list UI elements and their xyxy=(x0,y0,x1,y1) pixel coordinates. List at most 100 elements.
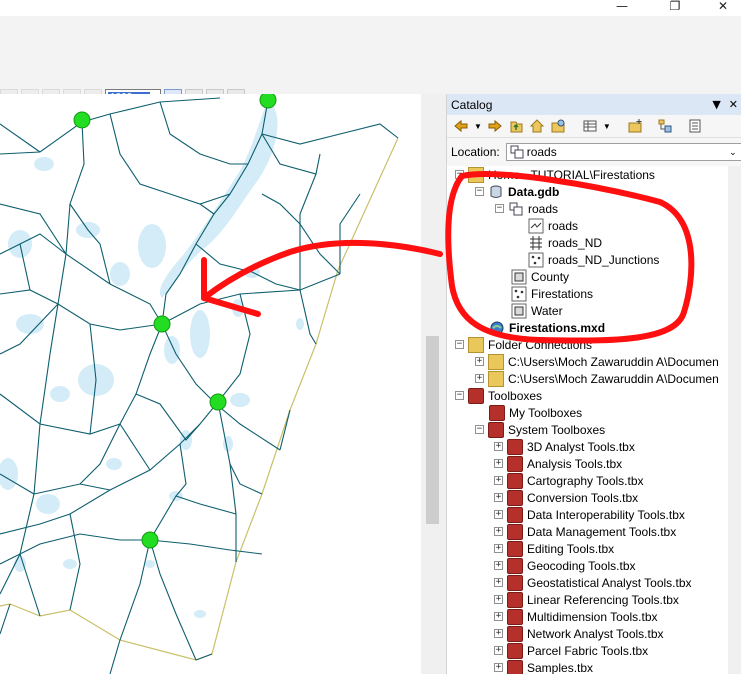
tree-item-roads-dataset[interactable]: − roads xyxy=(495,200,558,217)
expand-icon[interactable]: + xyxy=(475,374,484,383)
options-icon[interactable] xyxy=(687,118,703,134)
expand-icon[interactable]: + xyxy=(494,493,503,502)
toolboxes-icon xyxy=(488,421,504,438)
tree-item-label: roads xyxy=(548,218,579,233)
views-dropdown-icon[interactable]: ▼ xyxy=(603,122,611,131)
up-one-level-icon[interactable] xyxy=(508,118,524,134)
map-view[interactable] xyxy=(0,94,421,674)
tree-item-toolbox[interactable]: + Multidimension Tools.tbx xyxy=(494,608,658,625)
expand-icon[interactable]: + xyxy=(494,476,503,485)
collapse-icon[interactable]: − xyxy=(455,170,464,179)
pin-icon[interactable]: ▼ xyxy=(712,98,720,111)
tree-item-folder-1[interactable]: + C:\Users\Moch Zawaruddin A\Documen xyxy=(475,353,719,370)
tree-item-toolbox[interactable]: + Data Management Tools.tbx xyxy=(494,523,676,540)
collapse-icon[interactable]: − xyxy=(475,187,484,196)
tree-item-toolbox[interactable]: + Data Interoperability Tools.tbx xyxy=(494,506,685,523)
tree-item-my-toolboxes[interactable]: My Toolboxes xyxy=(489,404,582,421)
tree-item-data-gdb[interactable]: − Data.gdb xyxy=(475,183,559,200)
tree-item-folder-connections[interactable]: − Folder Connections xyxy=(455,336,592,353)
toolbox-icon xyxy=(507,608,523,625)
tree-item-system-toolboxes[interactable]: − System Toolboxes xyxy=(475,421,605,438)
chevron-down-icon[interactable]: ⌄ xyxy=(729,147,741,158)
map-canvas xyxy=(0,94,399,674)
expand-icon[interactable]: + xyxy=(494,527,503,536)
views-icon[interactable] xyxy=(582,118,598,134)
back-dropdown-icon[interactable]: ▼ xyxy=(474,122,482,131)
expand-icon[interactable]: + xyxy=(494,561,503,570)
tree-item-toolbox[interactable]: + Parcel Fabric Tools.tbx xyxy=(494,642,648,659)
folder-connections-icon xyxy=(468,336,484,353)
tree-item-firestations-mxd[interactable]: Firestations.mxd xyxy=(489,319,605,336)
minimize-icon[interactable]: — xyxy=(611,0,633,14)
tree-item-toolbox[interactable]: + Network Analyst Tools.tbx xyxy=(494,625,664,642)
tree-item-toolboxes[interactable]: − Toolboxes xyxy=(455,387,542,404)
close-panel-icon[interactable]: ✕ xyxy=(729,98,738,111)
home-icon[interactable] xyxy=(529,118,545,134)
toolbox-icon xyxy=(507,591,523,608)
tree-item-label: Conversion Tools.tbx xyxy=(527,490,639,505)
tree-item-toolbox[interactable]: + Samples.tbx xyxy=(494,659,593,674)
tree-item-label: roads_ND_Junctions xyxy=(548,252,660,267)
expand-icon[interactable]: + xyxy=(494,578,503,587)
back-icon[interactable] xyxy=(453,118,469,134)
expand-icon[interactable]: + xyxy=(494,442,503,451)
expand-icon[interactable]: + xyxy=(494,663,503,672)
tree-item-water[interactable]: Water xyxy=(511,302,563,319)
expand-icon[interactable]: + xyxy=(494,629,503,638)
tree-item-toolbox[interactable]: + Cartography Tools.tbx xyxy=(494,472,644,489)
collapse-icon[interactable]: − xyxy=(495,204,504,213)
geodatabase-icon xyxy=(490,185,502,198)
tree-item-county[interactable]: County xyxy=(511,268,569,285)
tree-item-roads-fc[interactable]: roads xyxy=(528,217,578,234)
expand-icon[interactable]: + xyxy=(494,646,503,655)
expand-icon[interactable]: + xyxy=(494,595,503,604)
folder-icon xyxy=(488,353,504,370)
tree-item-label: Folder Connections xyxy=(488,337,593,352)
new-folder-icon[interactable] xyxy=(627,118,643,134)
tree-item-toolbox[interactable]: +3D Analyst Tools.tbx xyxy=(494,438,635,455)
expand-icon[interactable]: + xyxy=(494,612,503,621)
tree-item-label: roads_ND xyxy=(548,235,603,250)
tree-item-label: Network Analyst Tools.tbx xyxy=(527,626,664,641)
location-combo[interactable]: roads ⌄ xyxy=(505,143,741,161)
tree-item-label: Analysis Tools.tbx xyxy=(527,456,623,471)
tree-item-firestations[interactable]: Firestations xyxy=(511,285,593,302)
line-feature-class-icon xyxy=(528,218,544,233)
close-icon[interactable]: ✕ xyxy=(712,0,734,14)
tree-item-folder-2[interactable]: + C:\Users\Moch Zawaruddin A\Documen xyxy=(475,370,719,387)
toggle-contents-icon[interactable] xyxy=(657,118,673,134)
tree-item-toolbox[interactable]: + Geocoding Tools.tbx xyxy=(494,557,636,574)
tree-item-toolbox[interactable]: + Geostatistical Analyst Tools.tbx xyxy=(494,574,692,591)
catalog-scrollbar[interactable] xyxy=(728,166,741,674)
expand-icon[interactable]: + xyxy=(494,544,503,553)
tree-item-label: My Toolboxes xyxy=(509,405,583,420)
expand-icon[interactable]: + xyxy=(494,510,503,519)
tree-item-roads-nd-junctions[interactable]: roads_ND_Junctions xyxy=(528,251,659,268)
map-scroll-thumb[interactable] xyxy=(426,336,439,524)
tree-item-toolbox[interactable]: + Analysis Tools.tbx xyxy=(494,455,622,472)
tree-item-toolbox[interactable]: + Conversion Tools.tbx xyxy=(494,489,638,506)
tree-item-label: Parcel Fabric Tools.tbx xyxy=(527,643,649,658)
expand-icon[interactable]: + xyxy=(494,459,503,468)
catalog-title: Catalog xyxy=(451,97,493,112)
tree-item-home[interactable]: − Home - TUTORIAL\Firestations xyxy=(455,166,655,183)
tree-item-toolbox[interactable]: + Editing Tools.tbx xyxy=(494,540,614,557)
tree-item-toolbox[interactable]: + Linear Referencing Tools.tbx xyxy=(494,591,679,608)
tree-item-label: Firestations xyxy=(531,286,594,301)
forward-icon[interactable] xyxy=(487,118,503,134)
toolboxes-icon xyxy=(468,387,484,404)
home-folder-icon xyxy=(468,166,484,183)
tree-item-roads-nd[interactable]: roads_ND xyxy=(528,234,602,251)
tree-item-label: Linear Referencing Tools.tbx xyxy=(527,592,679,607)
expand-icon[interactable]: + xyxy=(475,357,484,366)
connect-folder-icon[interactable] xyxy=(550,118,566,134)
tree-item-label: Geostatistical Analyst Tools.tbx xyxy=(527,575,692,590)
collapse-icon[interactable]: − xyxy=(455,340,464,349)
restore-icon[interactable]: ❐ xyxy=(664,0,686,14)
folder-icon xyxy=(488,370,504,387)
location-row: Location: roads ⌄ xyxy=(447,138,741,166)
point-feature-class-icon xyxy=(528,252,544,267)
tree-item-label: Geocoding Tools.tbx xyxy=(527,558,636,573)
collapse-icon[interactable]: − xyxy=(455,391,464,400)
collapse-icon[interactable]: − xyxy=(475,425,484,434)
